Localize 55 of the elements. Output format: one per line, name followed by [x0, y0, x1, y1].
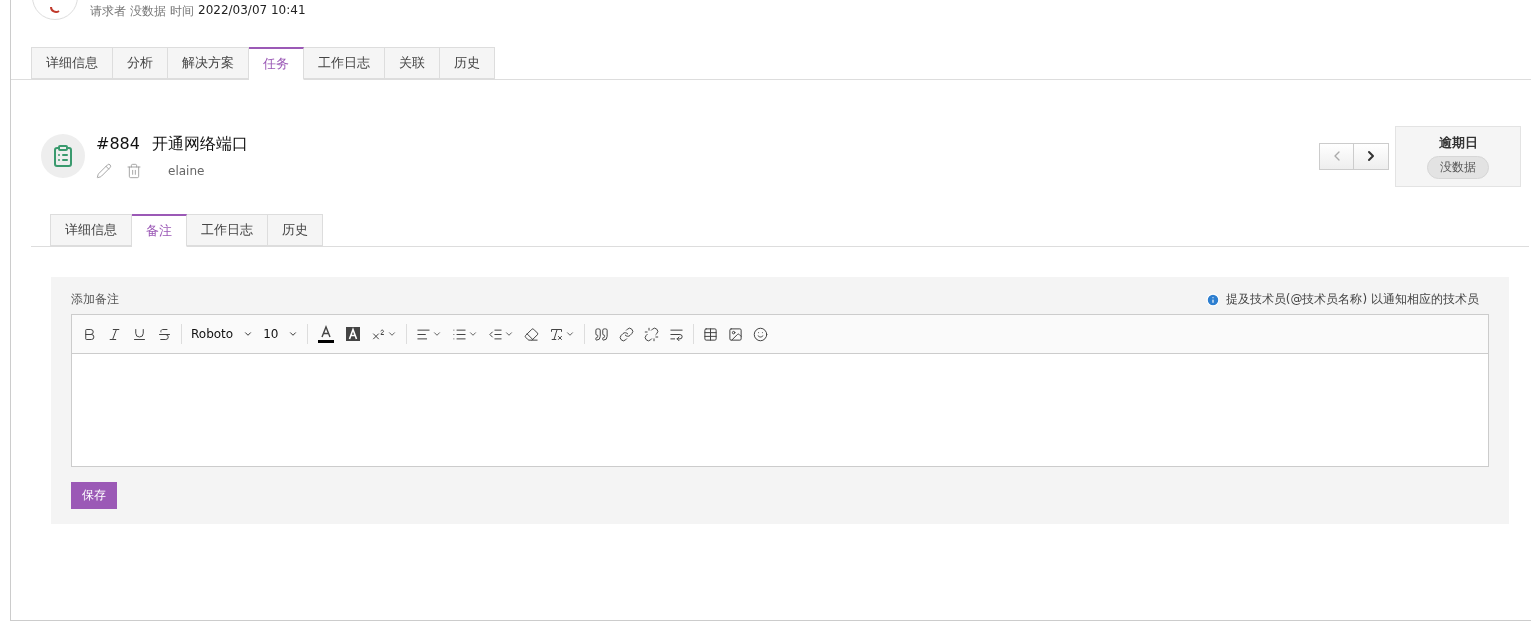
text-color-icon	[317, 324, 336, 344]
indent-icon	[488, 326, 504, 342]
task-title: 开通网络端口	[151, 133, 248, 155]
note-editor[interactable]: Roboto 10	[71, 314, 1489, 467]
eraser-icon	[524, 326, 540, 342]
tab[interactable]: 工作日志	[187, 214, 268, 246]
caret-icon	[243, 329, 254, 339]
tab[interactable]: 备注	[132, 214, 187, 247]
font-select[interactable]: Roboto	[187, 324, 258, 344]
quote-icon	[594, 326, 610, 342]
tab[interactable]: 历史	[268, 214, 323, 246]
caret-icon	[387, 329, 398, 339]
tab[interactable]: 详细信息	[50, 214, 132, 246]
tab[interactable]: 解决方案	[168, 47, 249, 79]
info-icon	[1205, 292, 1220, 307]
requester-label: 请求者	[90, 3, 126, 20]
mention-hint: 提及技术员(@技术员名称) 以通知相应的技术员	[1225, 291, 1479, 308]
emoji-icon	[753, 326, 769, 342]
time-label: 时间	[170, 3, 194, 20]
time-value: 2022/03/07 10:41	[198, 3, 306, 19]
caret-icon	[288, 329, 299, 339]
underline-icon	[132, 326, 147, 342]
superscript-icon	[371, 326, 387, 342]
clipboard-icon	[41, 134, 85, 178]
caret-icon	[468, 329, 479, 339]
tab[interactable]: 详细信息	[31, 47, 113, 79]
size-select[interactable]: 10	[259, 324, 303, 344]
tab[interactable]: 任务	[249, 47, 304, 80]
save-button[interactable]: 保存	[71, 482, 117, 509]
bold-icon	[82, 326, 97, 342]
task-number: #884	[96, 133, 140, 155]
overdue-value: 没数据	[1427, 155, 1489, 179]
table-icon	[703, 326, 719, 342]
list-icon	[452, 326, 468, 342]
line-break-icon	[669, 326, 685, 342]
tab[interactable]: 历史	[440, 47, 495, 79]
italic-icon	[107, 326, 122, 342]
tab[interactable]: 关联	[385, 47, 440, 79]
task-owner: elaine	[168, 163, 205, 178]
link-icon	[619, 326, 635, 342]
next-button[interactable]	[1354, 142, 1389, 170]
clear-format-icon	[549, 326, 565, 342]
highlight-icon	[345, 326, 362, 342]
image-icon	[728, 326, 744, 342]
tab[interactable]: 分析	[113, 47, 168, 79]
tab[interactable]: 工作日志	[304, 47, 385, 79]
caret-icon	[432, 329, 443, 339]
strikethrough-icon	[157, 326, 172, 342]
unlink-icon	[644, 326, 660, 342]
caret-icon	[504, 329, 515, 339]
align-icon	[416, 326, 432, 342]
overdue-label: 逾期日	[1438, 133, 1478, 152]
requester-value: 没数据	[130, 3, 166, 20]
note-label: 添加备注	[71, 291, 119, 308]
caret-icon	[565, 329, 576, 339]
